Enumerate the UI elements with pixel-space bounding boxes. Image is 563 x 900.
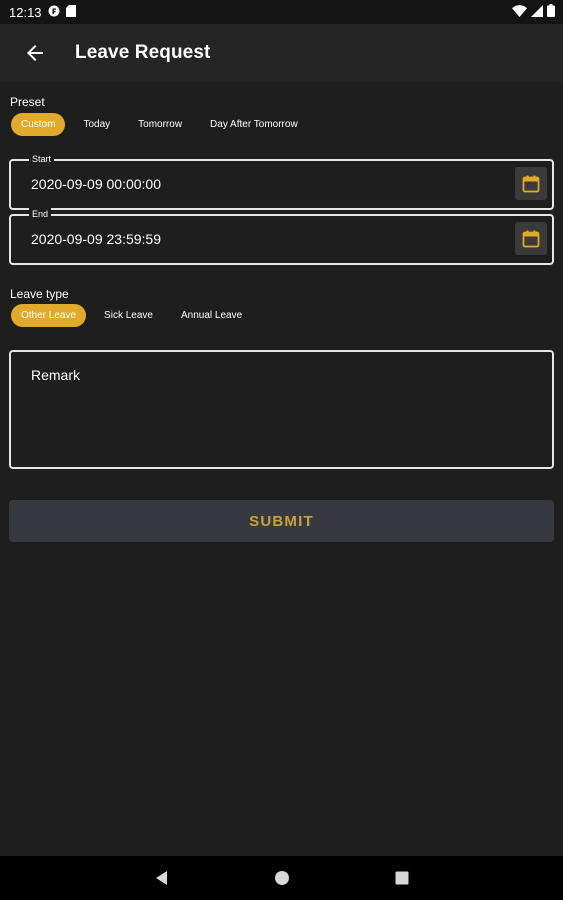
- end-field-label: End: [29, 208, 52, 220]
- page-title: Leave Request: [75, 42, 211, 63]
- calendar-icon: [522, 230, 540, 247]
- back-button[interactable]: [15, 33, 55, 73]
- status-left: 12:13: [9, 4, 76, 20]
- arrow-back-icon: [27, 45, 43, 61]
- battery-icon: [547, 4, 555, 20]
- preset-label: Preset: [10, 95, 45, 109]
- end-calendar-button[interactable]: [515, 222, 547, 255]
- home-circle-icon: [275, 871, 289, 885]
- status-bar: 12:13: [0, 0, 563, 24]
- submit-button[interactable]: SUBMIT: [9, 500, 554, 542]
- recents-square-icon: [395, 871, 409, 885]
- status-time: 12:13: [9, 4, 42, 20]
- app-bar: Leave Request: [0, 24, 563, 82]
- remark-placeholder: Remark: [31, 367, 81, 383]
- nav-back-button[interactable]: [154, 870, 170, 886]
- preset-chip-group: Custom Today Tomorrow Day After Tomorrow: [11, 113, 308, 136]
- preset-chip-today[interactable]: Today: [73, 113, 120, 136]
- sd-card-icon: [65, 4, 76, 20]
- leave-type-chip-sick[interactable]: Sick Leave: [94, 304, 163, 327]
- end-datetime-field[interactable]: End 2020-09-09 23:59:59: [9, 208, 554, 265]
- back-triangle-icon: [156, 871, 167, 885]
- signal-icon: [531, 4, 543, 20]
- notification-app-icon: [48, 5, 60, 20]
- leave-type-chip-group: Other Leave Sick Leave Annual Leave: [11, 304, 252, 327]
- remark-textarea[interactable]: Remark: [9, 350, 554, 469]
- nav-home-button[interactable]: [274, 870, 290, 886]
- preset-chip-tomorrow[interactable]: Tomorrow: [128, 113, 192, 136]
- leave-type-chip-annual[interactable]: Annual Leave: [171, 304, 252, 327]
- nav-recents-button[interactable]: [394, 870, 410, 886]
- preset-chip-day-after-tomorrow[interactable]: Day After Tomorrow: [200, 113, 308, 136]
- status-right: [512, 4, 555, 20]
- leave-type-chip-other[interactable]: Other Leave: [11, 304, 87, 327]
- start-field-label: Start: [29, 153, 55, 165]
- preset-chip-custom[interactable]: Custom: [11, 113, 66, 136]
- navigation-bar: [0, 856, 563, 900]
- start-datetime-field[interactable]: Start 2020-09-09 00:00:00: [9, 153, 554, 210]
- end-field-value: 2020-09-09 23:59:59: [31, 231, 161, 247]
- start-calendar-button[interactable]: [515, 167, 547, 200]
- leave-type-label: Leave type: [10, 287, 69, 301]
- start-field-value: 2020-09-09 00:00:00: [31, 176, 161, 192]
- calendar-icon: [522, 175, 540, 192]
- wifi-icon: [512, 4, 527, 20]
